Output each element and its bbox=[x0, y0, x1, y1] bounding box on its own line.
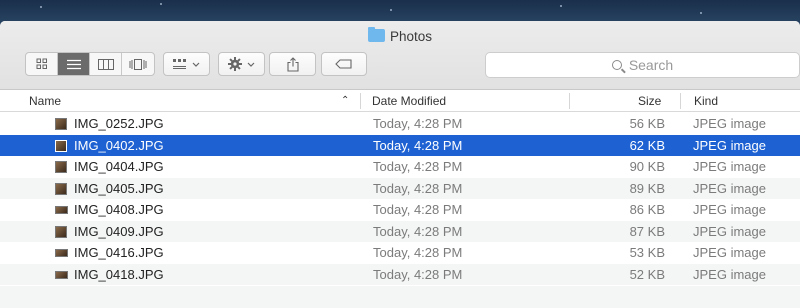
file-name: IMG_0408.JPG bbox=[74, 202, 164, 217]
columns-icon bbox=[97, 58, 114, 70]
file-list: IMG_0252.JPG Today, 4:28 PM 56 KB JPEG imag… bbox=[0, 113, 800, 285]
view-mode-segmented-control bbox=[25, 52, 155, 76]
empty-row-stripe bbox=[0, 286, 800, 308]
grid-icon bbox=[36, 58, 47, 69]
file-size: 90 KB bbox=[629, 159, 665, 174]
chevron-down-icon bbox=[247, 62, 255, 67]
column-kind-header[interactable]: Kind bbox=[694, 90, 718, 112]
file-name: IMG_0402.JPG bbox=[74, 137, 164, 153]
file-name: IMG_0416.JPG bbox=[74, 245, 164, 260]
toolbar: Search bbox=[0, 52, 800, 80]
star bbox=[160, 3, 162, 5]
file-size: 86 KB bbox=[629, 202, 665, 217]
share-button[interactable] bbox=[269, 52, 316, 76]
file-size: 53 KB bbox=[629, 245, 665, 260]
finder-window: Photos Search Name ⌃ Date Modified Size … bbox=[0, 21, 800, 308]
file-date-modified: Today, 4:28 PM bbox=[373, 116, 463, 131]
file-row[interactable]: IMG_0252.JPG Today, 4:28 PM 56 KB JPEG imag… bbox=[0, 113, 800, 135]
cover-flow-icon bbox=[129, 58, 147, 70]
window-title-label: Photos bbox=[389, 29, 433, 44]
file-row[interactable]: IMG_0409.JPG Today, 4:28 PM 87 KB JPEG imag… bbox=[0, 220, 800, 242]
sort-chevron-up-icon[interactable]: ⌃ bbox=[341, 90, 349, 112]
titlebar: Photos Search bbox=[0, 21, 800, 90]
file-row[interactable]: IMG_0402.JPG Today, 4:28 PM 62 KB JPEG imag… bbox=[0, 134, 800, 156]
image-thumbnail-icon bbox=[55, 118, 67, 130]
chevron-down-icon bbox=[192, 62, 200, 67]
tag-icon bbox=[335, 59, 352, 69]
file-row[interactable]: IMG_0405.JPG Today, 4:28 PM 89 KB JPEG imag… bbox=[0, 177, 800, 199]
file-row[interactable]: IMG_0416.JPG Today, 4:28 PM 53 KB JPEG imag… bbox=[0, 242, 800, 264]
file-date-modified: Today, 4:28 PM bbox=[373, 137, 463, 153]
file-kind: JPEG image bbox=[693, 245, 766, 260]
image-thumbnail-icon bbox=[55, 270, 68, 279]
column-view-button[interactable] bbox=[90, 53, 122, 75]
window-title: Photos bbox=[0, 27, 800, 44]
file-kind: JPEG image bbox=[693, 137, 766, 153]
file-name: IMG_0409.JPG bbox=[74, 223, 164, 239]
file-name: IMG_0252.JPG bbox=[74, 116, 164, 131]
file-date-modified: Today, 4:28 PM bbox=[373, 266, 463, 282]
image-thumbnail-icon bbox=[55, 161, 67, 173]
image-thumbnail-icon bbox=[55, 206, 68, 214]
cover-flow-view-button[interactable] bbox=[122, 53, 154, 75]
file-kind: JPEG image bbox=[693, 223, 766, 239]
list-view-button[interactable] bbox=[58, 53, 90, 75]
file-date-modified: Today, 4:28 PM bbox=[373, 180, 463, 196]
column-name-header[interactable]: Name bbox=[29, 90, 61, 112]
folder-icon bbox=[367, 27, 385, 42]
file-kind: JPEG image bbox=[693, 116, 766, 131]
list-icon bbox=[66, 59, 81, 69]
file-size: 62 KB bbox=[629, 137, 665, 153]
image-thumbnail-icon bbox=[55, 139, 67, 152]
arrange-menu-button[interactable] bbox=[163, 52, 210, 76]
icon-view-button[interactable] bbox=[26, 53, 58, 75]
gear-icon bbox=[228, 57, 242, 71]
star bbox=[390, 9, 392, 11]
image-thumbnail-icon bbox=[55, 182, 67, 195]
column-size-header[interactable]: Size bbox=[638, 90, 661, 112]
image-thumbnail-icon bbox=[55, 249, 68, 257]
file-date-modified: Today, 4:28 PM bbox=[373, 223, 463, 239]
file-size: 52 KB bbox=[629, 266, 665, 282]
arrange-grid-icon bbox=[173, 58, 186, 69]
file-name: IMG_0405.JPG bbox=[74, 180, 164, 196]
file-row[interactable]: IMG_0404.JPG Today, 4:28 PM 90 KB JPEG imag… bbox=[0, 156, 800, 178]
file-size: 56 KB bbox=[629, 116, 665, 131]
star bbox=[700, 12, 702, 14]
share-icon bbox=[286, 56, 299, 72]
star bbox=[40, 6, 42, 8]
file-size: 89 KB bbox=[629, 180, 665, 196]
file-kind: JPEG image bbox=[693, 266, 766, 282]
column-divider[interactable] bbox=[569, 93, 570, 109]
file-kind: JPEG image bbox=[693, 159, 766, 174]
file-kind: JPEG image bbox=[693, 180, 766, 196]
search-icon bbox=[611, 60, 622, 70]
column-divider[interactable] bbox=[680, 93, 681, 109]
action-menu-button[interactable] bbox=[218, 52, 265, 76]
column-divider[interactable] bbox=[360, 93, 361, 109]
edit-tags-button[interactable] bbox=[321, 52, 367, 76]
file-name: IMG_0404.JPG bbox=[74, 159, 164, 174]
file-date-modified: Today, 4:28 PM bbox=[373, 245, 463, 260]
star bbox=[560, 5, 562, 7]
file-date-modified: Today, 4:28 PM bbox=[373, 202, 463, 217]
file-name: IMG_0418.JPG bbox=[74, 266, 164, 282]
file-kind: JPEG image bbox=[693, 202, 766, 217]
file-size: 87 KB bbox=[629, 223, 665, 239]
column-date-header[interactable]: Date Modified bbox=[372, 90, 446, 112]
search-field[interactable]: Search bbox=[485, 52, 800, 78]
file-row[interactable]: IMG_0408.JPG Today, 4:28 PM 86 KB JPEG imag… bbox=[0, 199, 800, 221]
image-thumbnail-icon bbox=[55, 225, 67, 238]
file-date-modified: Today, 4:28 PM bbox=[373, 159, 463, 174]
search-placeholder: Search bbox=[628, 57, 674, 73]
file-row[interactable]: IMG_0418.JPG Today, 4:28 PM 52 KB JPEG imag… bbox=[0, 263, 800, 285]
column-header: Name ⌃ Date Modified Size Kind bbox=[0, 90, 800, 112]
